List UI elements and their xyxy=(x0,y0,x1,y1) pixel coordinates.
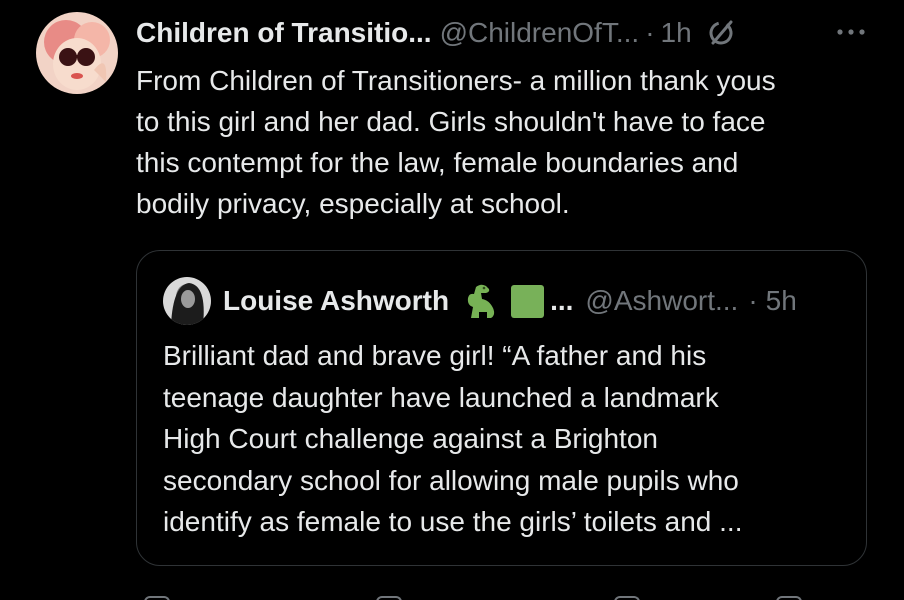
share-icon[interactable] xyxy=(776,596,802,600)
green-square-icon xyxy=(511,284,545,318)
quoted-post-card[interactable]: Louise Ashworth ... @Ashwort... · 5h Bri… xyxy=(136,250,867,566)
avatar-image xyxy=(36,12,118,94)
author-avatar[interactable] xyxy=(36,12,118,94)
post-action-bar xyxy=(136,590,867,600)
dinosaur-icon xyxy=(467,284,495,318)
quoted-text-line: secondary school for allowing male pupil… xyxy=(163,464,739,496)
quoted-post-text: Brilliant dad and brave girl! “A father … xyxy=(163,335,853,543)
post-text-line: to this girl and her dad. Girls shouldn'… xyxy=(136,106,766,137)
post-text-line: this contempt for the law, female bounda… xyxy=(136,147,739,178)
header-separator: · xyxy=(645,17,655,48)
quoted-post-header: Louise Ashworth ... @Ashwort... · 5h xyxy=(223,281,797,321)
post-text-line: bodily privacy, especially at school. xyxy=(136,188,570,219)
post-text-line: From Children of Transitioners- a millio… xyxy=(136,65,776,96)
author-display-name[interactable]: Children of Transitio... xyxy=(136,17,432,49)
author-handle[interactable]: @ChildrenOfT... xyxy=(440,17,640,49)
reply-icon[interactable] xyxy=(144,596,170,600)
post-header: Children of Transitio... @ChildrenOfT...… xyxy=(136,14,736,52)
quoted-name-truncation: ... xyxy=(550,285,574,316)
quoted-avatar-image xyxy=(163,277,211,325)
quoted-text-line: Brilliant dad and brave girl! “A father … xyxy=(163,340,707,371)
quoted-author-handle[interactable]: @Ashwort... xyxy=(585,285,738,317)
quoted-post-timestamp[interactable]: 5h xyxy=(766,285,797,317)
quoted-author-avatar[interactable] xyxy=(163,277,211,325)
quoted-text-line: identify as female to use the girls’ toi… xyxy=(163,506,743,537)
quoted-author-display-name[interactable]: Louise Ashworth xyxy=(223,285,449,317)
repost-icon[interactable] xyxy=(376,596,402,600)
more-horizontal-icon[interactable] xyxy=(834,20,868,44)
quoted-text-line: High Court challenge against a Brighton xyxy=(163,423,658,454)
post-text: From Children of Transitioners- a millio… xyxy=(136,60,876,224)
like-icon[interactable] xyxy=(614,596,640,600)
quoted-text-line: teenage daughter have launched a landmar… xyxy=(163,381,719,413)
grok-icon[interactable] xyxy=(706,18,736,48)
post-timestamp[interactable]: 1h xyxy=(661,17,692,49)
quoted-header-separator: · xyxy=(748,285,758,316)
